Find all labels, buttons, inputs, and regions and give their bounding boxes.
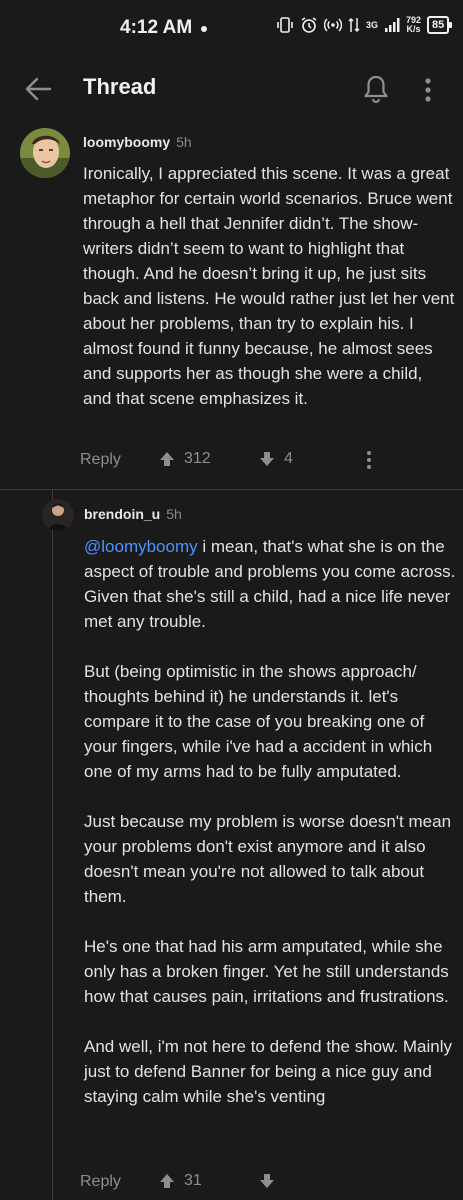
battery-level: 85 [432,19,445,31]
hotspot-icon [324,16,342,34]
more-options-icon[interactable] [418,76,438,104]
upvote-button[interactable]: 31 [158,1172,202,1190]
comment-text: i mean, that's what she is on the aspect… [84,537,456,1106]
downvote-button[interactable]: 4 [258,450,293,468]
comment-age: 5h [176,134,192,150]
signal-icon [384,17,400,33]
data-speed: 792 K/s [406,16,421,34]
data-transfer-icon [348,16,360,34]
upvote-count: 31 [184,1172,202,1189]
comment-header: loomyboomy 5h [83,134,455,152]
divider [0,489,463,490]
avatar[interactable] [20,128,70,178]
reply-button[interactable]: Reply [80,1173,121,1191]
vibrate-icon [276,16,294,34]
reply-button[interactable]: Reply [80,451,121,469]
comment-actions: Reply 312 4 [80,448,460,472]
network-type: 3G [366,19,379,30]
comment-body: Ironically, I appreciated this scene. It… [83,164,455,408]
comment-body: @loomyboomy i mean, that's what she is o… [84,534,456,1109]
status-time: 4:12 AM [120,17,193,38]
comment-author[interactable]: loomyboomy [83,134,170,150]
user-mention-link[interactable]: @loomyboomy [84,537,198,556]
status-icons: 3G 792 K/s 85 [276,16,453,34]
data-speed-unit: K/s [406,24,421,34]
notification-dot-icon [201,26,207,32]
comment-header: brendoin_u 5h [84,506,456,524]
comment-actions: Reply 31 [80,1170,460,1194]
comment-age: 5h [166,506,182,522]
comment-more-icon[interactable] [364,449,374,471]
upvote-icon [160,1174,174,1188]
downvote-icon [260,452,274,466]
alarm-icon [300,16,318,34]
upvote-count: 312 [184,450,211,467]
page-title: Thread [83,74,157,99]
avatar[interactable] [42,499,74,531]
app-bar: Thread [0,58,463,120]
upvote-button[interactable]: 312 [158,450,211,468]
comment-author[interactable]: brendoin_u [84,506,160,522]
downvote-button[interactable] [258,1172,284,1190]
downvote-count: 4 [284,450,293,467]
bell-icon[interactable] [363,74,389,104]
back-arrow-icon[interactable] [24,76,52,102]
status-bar: 4:12 AM 3G 792 K/s 85 [0,0,463,58]
thread-line [52,490,53,1200]
battery-icon: 85 [427,16,453,34]
downvote-icon [260,1174,274,1188]
upvote-icon [160,452,174,466]
